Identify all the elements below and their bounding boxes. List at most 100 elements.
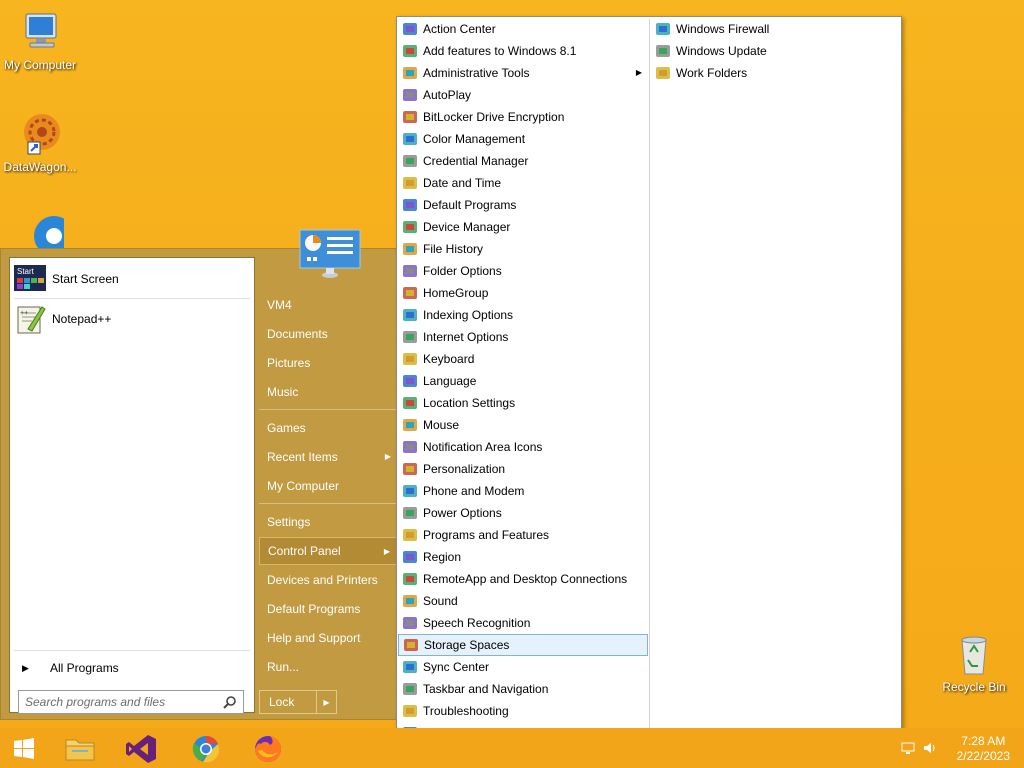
control-panel-item-label: Indexing Options (423, 308, 514, 322)
start-item-devices-and-printers[interactable]: Devices and Printers (259, 566, 397, 594)
start-item-recent-items[interactable]: Recent Items ▶ (259, 443, 397, 471)
start-item-default-programs[interactable]: Default Programs (259, 595, 397, 623)
control-panel-item-autoplay[interactable]: AutoPlay (398, 84, 648, 106)
control-panel-item-notification-area-icons[interactable]: Notification Area Icons (398, 436, 648, 458)
control-panel-item-file-history[interactable]: File History (398, 238, 648, 260)
control-panel-item-remoteapp-and-desktop-connections[interactable]: RemoteApp and Desktop Connections (398, 568, 648, 590)
control-panel-item-credential-manager[interactable]: Credential Manager (398, 150, 648, 172)
control-panel-item-speech-recognition[interactable]: Speech Recognition (398, 612, 648, 634)
control-panel-item-taskbar-and-navigation[interactable]: Taskbar and Navigation (398, 678, 648, 700)
control-panel-item-sound[interactable]: Sound (398, 590, 648, 612)
network-icon[interactable] (900, 740, 916, 756)
control-panel-item-label: BitLocker Drive Encryption (423, 110, 565, 124)
control-panel-item-label: Sync Center (423, 660, 490, 674)
control-panel-picture-icon (299, 229, 361, 279)
desktop-icon-my-computer[interactable]: My Computer (0, 8, 80, 72)
sound-icon (402, 593, 418, 609)
control-panel-item-power-options[interactable]: Power Options (398, 502, 648, 524)
control-panel-item-device-manager[interactable]: Device Manager (398, 216, 648, 238)
keyboard-icon (402, 351, 418, 367)
clock-date: 2/22/2023 (956, 749, 1010, 763)
control-panel-item-internet-options[interactable]: Internet Options (398, 326, 648, 348)
file-explorer-taskbar-button[interactable] (60, 732, 100, 766)
column-divider (649, 19, 650, 765)
taskbar-clock[interactable]: 7:28 AM 2/22/2023 (957, 734, 1010, 764)
control-panel-item-homegroup[interactable]: HomeGroup (398, 282, 648, 304)
windows-update-icon (655, 43, 671, 59)
start-item-documents[interactable]: Documents (259, 320, 397, 348)
control-panel-item-label: Add features to Windows 8.1 (423, 44, 577, 58)
control-panel-item-label: Location Settings (423, 396, 516, 410)
start-item-control-panel[interactable]: Control Panel ▶ (259, 537, 397, 565)
control-panel-item-windows-update[interactable]: Windows Update (651, 40, 901, 62)
start-item-games[interactable]: Games (259, 414, 397, 442)
search-icon[interactable] (223, 695, 237, 709)
control-panel-item-language[interactable]: Language (398, 370, 648, 392)
control-panel-item-phone-and-modem[interactable]: Phone and Modem (398, 480, 648, 502)
control-panel-item-date-and-time[interactable]: Date and Time (398, 172, 648, 194)
control-panel-item-label: File History (423, 242, 484, 256)
credential-manager-icon (402, 153, 418, 169)
pinned-notepad-plus-plus[interactable]: ++ Notepad++ (14, 302, 250, 336)
control-panel-item-color-management[interactable]: Color Management (398, 128, 648, 150)
control-panel-item-personalization[interactable]: Personalization (398, 458, 648, 480)
start-item-vm4[interactable]: VM4 (259, 291, 397, 319)
control-panel-item-default-programs[interactable]: Default Programs (398, 194, 648, 216)
control-panel-item-sync-center[interactable]: Sync Center (398, 656, 648, 678)
control-panel-item-label: Mouse (423, 418, 460, 432)
start-item-run[interactable]: Run... (259, 653, 397, 681)
control-panel-item-work-folders[interactable]: Work Folders (651, 62, 901, 84)
search-programs-input[interactable]: Search programs and files (18, 690, 244, 714)
control-panel-item-add-features-to-windows-8-1[interactable]: Add features to Windows 8.1 (398, 40, 648, 62)
lock-button[interactable]: Lock ▶ (259, 690, 337, 714)
start-screen-icon: Start (14, 263, 46, 295)
control-panel-item-troubleshooting[interactable]: Troubleshooting (398, 700, 648, 722)
desktop-icon-datawagon[interactable]: DataWagon... (0, 110, 80, 174)
control-panel-item-label: Phone and Modem (423, 484, 525, 498)
control-panel-item-storage-spaces[interactable]: Storage Spaces (398, 634, 648, 656)
divider (259, 409, 397, 410)
pinned-label: Notepad++ (52, 312, 112, 326)
start-item-help-and-support[interactable]: Help and Support (259, 624, 397, 652)
start-item-label: Run... (267, 660, 300, 674)
control-panel-item-keyboard[interactable]: Keyboard (398, 348, 648, 370)
control-panel-item-label: Personalization (423, 462, 506, 476)
control-panel-item-folder-options[interactable]: Folder Options (398, 260, 648, 282)
control-panel-item-mouse[interactable]: Mouse (398, 414, 648, 436)
folder-options-icon (402, 263, 418, 279)
firefox-taskbar-button[interactable] (248, 732, 288, 766)
location-settings-icon (402, 395, 418, 411)
start-item-label: Control Panel (268, 544, 341, 558)
windows-firewall-icon (655, 21, 671, 37)
chevron-right-icon[interactable]: ▶ (316, 691, 336, 713)
phone-and-modem-icon (402, 483, 418, 499)
pinned-start-screen[interactable]: Start Start Screen (14, 262, 250, 296)
control-panel-item-label: Credential Manager (423, 154, 529, 168)
all-programs-button[interactable]: ▶ All Programs (14, 658, 250, 678)
control-panel-item-indexing-options[interactable]: Indexing Options (398, 304, 648, 326)
start-button[interactable] (4, 732, 44, 766)
control-panel-item-action-center[interactable]: Action Center (398, 18, 648, 40)
start-item-label: Settings (267, 515, 311, 529)
start-item-settings[interactable]: Settings (259, 508, 397, 536)
control-panel-item-administrative-tools[interactable]: Administrative Tools ▶ (398, 62, 648, 84)
control-panel-item-programs-and-features[interactable]: Programs and Features (398, 524, 648, 546)
desktop-icon-recycle-bin[interactable]: Recycle Bin (934, 630, 1014, 694)
visual-studio-taskbar-button[interactable] (122, 732, 162, 766)
svg-text:++: ++ (20, 310, 28, 317)
administrative-tools-icon (402, 65, 418, 81)
control-panel-item-label: Work Folders (676, 66, 748, 80)
control-panel-item-region[interactable]: Region (398, 546, 648, 568)
control-panel-item-bitlocker-drive-encryption[interactable]: BitLocker Drive Encryption (398, 106, 648, 128)
start-item-pictures[interactable]: Pictures (259, 349, 397, 377)
control-panel-item-label: Taskbar and Navigation (423, 682, 549, 696)
control-panel-item-location-settings[interactable]: Location Settings (398, 392, 648, 414)
start-item-my-computer[interactable]: My Computer (259, 472, 397, 500)
volume-icon[interactable] (922, 740, 938, 756)
control-panel-item-label: Storage Spaces (424, 638, 510, 652)
chrome-taskbar-button[interactable] (186, 732, 226, 766)
start-item-music[interactable]: Music (259, 378, 397, 406)
date-and-time-icon (402, 175, 418, 191)
indexing-options-icon (402, 307, 418, 323)
control-panel-item-windows-firewall[interactable]: Windows Firewall (651, 18, 901, 40)
